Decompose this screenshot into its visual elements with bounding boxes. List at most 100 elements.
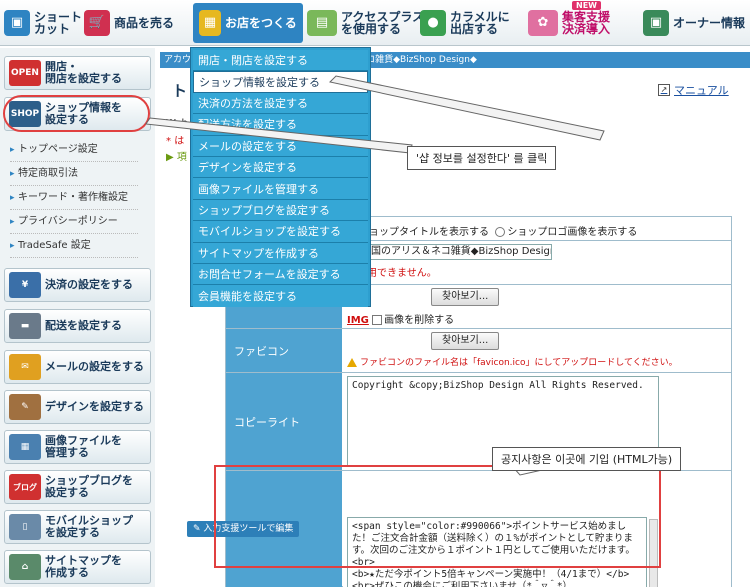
nav-caramel-label: カラメルに 出店する bbox=[450, 10, 510, 36]
sidebar-blog[interactable]: ブログ ショップブログを 設定する bbox=[4, 470, 151, 504]
menu-item-images[interactable]: 画像ファイルを管理する bbox=[193, 178, 368, 200]
mail-icon: ✉ bbox=[9, 354, 41, 380]
row-value: 찾아보기... ファビコンのファイル名は「favicon.ico」にしてアップロ… bbox=[343, 329, 731, 372]
item-link-text: 項 bbox=[176, 152, 187, 163]
row-value: 議の国のアリス＆ネコ雑貨◆BizShop Design◆ は使用できません。 bbox=[343, 241, 731, 284]
gift-icon: ✿ bbox=[528, 10, 558, 36]
top-navigation: ▣ ショート カット 🛒 商品を売る ▦ お店をつくる ▤ アクセスプラス を使… bbox=[0, 0, 750, 46]
nav-access-plus-label: アクセスプラス を使用する bbox=[341, 10, 425, 36]
row-value: 찾아보기... IMG 画像を削除する bbox=[343, 285, 731, 328]
favicon-browse-button[interactable]: 찾아보기... bbox=[431, 332, 500, 350]
nav-build-shop[interactable]: ▦ お店をつくる bbox=[193, 3, 303, 43]
delete-image-label: 画像を削除する bbox=[384, 315, 455, 326]
favicon-row-header: ファビコン bbox=[226, 329, 342, 372]
sidebar-mail[interactable]: ✉ メールの設定をする bbox=[4, 350, 151, 384]
shop-name-input[interactable]: 議の国のアリス＆ネコ雑貨◆BizShop Design◆ bbox=[347, 244, 552, 260]
shortcut-label: ショート カット bbox=[34, 10, 83, 36]
radio-shop-logo[interactable] bbox=[495, 227, 506, 237]
menu-item-membership[interactable]: 会員機能を設定する bbox=[193, 285, 368, 307]
notice-hint-callout: 공지사항은 이곳에 기입 (HTML가능) bbox=[492, 447, 682, 471]
sidebar-sitemap-label: サイトマップを 作成する bbox=[45, 554, 122, 579]
blog-icon: ブログ bbox=[9, 474, 41, 500]
click-instruction-callout: '샵 정보를 설정한다' 를 클릭 bbox=[407, 146, 557, 170]
nav-owner-info[interactable]: ▣ オーナー情報 bbox=[643, 3, 745, 43]
intro-text-fragment: Web bbox=[166, 118, 188, 129]
radio-shop-title-label: ショップタイトルを表示する bbox=[359, 227, 489, 238]
open-sign-icon: OPEN bbox=[9, 60, 41, 86]
sidebar-sub-privacy[interactable]: プライバシーポリシー bbox=[10, 210, 138, 234]
nav-owner-info-label: オーナー情報 bbox=[673, 16, 746, 30]
payment-icon: ¥ bbox=[9, 272, 41, 298]
cart-icon: 🛒 bbox=[84, 10, 110, 36]
shortcut-icon: ▣ bbox=[4, 10, 30, 36]
menu-item-contact-form[interactable]: お問合せフォームを設定する bbox=[193, 263, 368, 286]
screen: ▣ ショート カット 🛒 商品を売る ▦ お店をつくる ▤ アクセスプラス を使… bbox=[0, 0, 750, 587]
sidebar-sub-keywords[interactable]: キーワード・著作権設定 bbox=[10, 186, 138, 210]
menu-item-blog[interactable]: ショップブログを設定する bbox=[193, 199, 368, 222]
sidebar-design-label: デザインを設定する bbox=[45, 400, 144, 413]
sidebar-blog-label: ショップブログを 設定する bbox=[45, 474, 133, 499]
nav-sell-products[interactable]: 🛒 商品を売る bbox=[84, 3, 174, 43]
menu-item-mobile[interactable]: モバイルショップを設定する bbox=[193, 221, 368, 243]
copyright-row-header: コピーライト bbox=[226, 373, 342, 470]
warning-icon bbox=[347, 358, 357, 367]
mobile-icon: ▯ bbox=[9, 514, 41, 540]
sidebar-payment-label: 決済の設定をする bbox=[45, 278, 133, 291]
sidebar-sub-commerce-law[interactable]: 特定商取引法 bbox=[10, 162, 138, 186]
row-value: ショップタイトルを表示する ショップロゴ画像を表示する bbox=[343, 217, 731, 240]
table-row: ファビコン 찾아보기... ファビコンのファイル名は「favicon.ico」に… bbox=[226, 329, 731, 373]
favicon-note: ファビコンのファイル名は「favicon.ico」にしてアップロードしてください… bbox=[360, 358, 678, 368]
delete-image-checkbox[interactable] bbox=[372, 315, 383, 325]
build-shop-dropdown: 開店・閉店を設定する ショップ情報を設定する 決済の方法を設定する 配送方法を設… bbox=[190, 47, 371, 307]
shortcut-menu[interactable]: ▣ ショート カット bbox=[4, 3, 82, 43]
truck-icon: ▬ bbox=[9, 313, 41, 339]
palette-icon: ✎ bbox=[9, 394, 41, 420]
sidebar-shipping-label: 配送を設定する bbox=[45, 319, 122, 332]
nav-build-shop-label: お店をつくる bbox=[225, 16, 297, 30]
pin-icon: ● bbox=[420, 10, 446, 36]
sidebar-mobile[interactable]: ▯ モバイルショップ を設定する bbox=[4, 510, 151, 544]
unusable-note: は使用できません。 bbox=[347, 268, 437, 279]
new-badge: NEW bbox=[572, 1, 601, 10]
menu-item-mail[interactable]: メールの設定をする bbox=[193, 135, 368, 157]
sidebar-mobile-label: モバイルショップ を設定する bbox=[45, 514, 133, 539]
highlight-rectangle bbox=[214, 465, 661, 568]
required-note-fragment: * は bbox=[166, 136, 185, 147]
sidebar-open-close[interactable]: OPEN 開店・ 閉店を設定する bbox=[4, 56, 151, 90]
nav-sell-products-label: 商品を売る bbox=[114, 16, 175, 30]
sidebar-open-close-label: 開店・ 閉店を設定する bbox=[45, 60, 122, 85]
sidebar-mail-label: メールの設定をする bbox=[45, 360, 144, 373]
radio-shop-logo-label: ショップロゴ画像を表示する bbox=[507, 227, 638, 238]
menu-item-sitemap[interactable]: サイトマップを作成する bbox=[193, 242, 368, 264]
item-link-fragment[interactable]: ▶ 項 bbox=[166, 148, 187, 163]
nav-access-plus[interactable]: ▤ アクセスプラス を使用する bbox=[307, 3, 424, 43]
manual-link[interactable]: ↗ マニュアル bbox=[658, 82, 729, 98]
nav-caramel[interactable]: ● カラメルに 出店する bbox=[420, 3, 510, 43]
sidebar-shipping[interactable]: ▬ 配送を設定する bbox=[4, 309, 151, 343]
sidebar-sub-top-page[interactable]: トップページ設定 bbox=[10, 138, 138, 162]
menu-item-payment[interactable]: 決済の方法を設定する bbox=[193, 92, 368, 115]
menu-item-open-close[interactable]: 開店・閉店を設定する bbox=[193, 50, 368, 72]
menu-item-shop-info[interactable]: ショップ情報を設定する bbox=[193, 71, 368, 93]
manual-link-label: マニュアル bbox=[674, 84, 729, 97]
menu-item-design[interactable]: デザインを設定する bbox=[193, 156, 368, 179]
highlight-oval bbox=[3, 95, 150, 132]
shop-icon: ▦ bbox=[199, 10, 221, 36]
image-file-icon: ▦ bbox=[9, 434, 41, 460]
sidebar-payment[interactable]: ¥ 決済の設定をする bbox=[4, 268, 151, 302]
sidebar-sub-tradesafe[interactable]: TradeSafe 設定 bbox=[10, 234, 138, 258]
sidebar-design[interactable]: ✎ デザインを設定する bbox=[4, 390, 151, 424]
sidebar-sitemap[interactable]: ⌂ サイトマップを 作成する bbox=[4, 550, 151, 584]
sidebar-images-label: 画像ファイルを 管理する bbox=[45, 434, 122, 459]
img-link[interactable]: IMG bbox=[347, 315, 369, 326]
external-link-icon: ↗ bbox=[658, 84, 670, 96]
browse-button[interactable]: 찾아보기... bbox=[431, 288, 500, 306]
required-note-text: は bbox=[174, 136, 185, 147]
calendar-chart-icon: ▤ bbox=[307, 10, 337, 36]
page-title: ト bbox=[172, 82, 188, 100]
owner-icon: ▣ bbox=[643, 10, 669, 36]
menu-item-shipping[interactable]: 配送方法を設定する bbox=[193, 114, 368, 136]
sitemap-icon: ⌂ bbox=[9, 554, 41, 580]
sidebar-images[interactable]: ▦ 画像ファイルを 管理する bbox=[4, 430, 151, 464]
nav-customer-payment-label: 集客支援 決済導入 bbox=[562, 10, 611, 36]
